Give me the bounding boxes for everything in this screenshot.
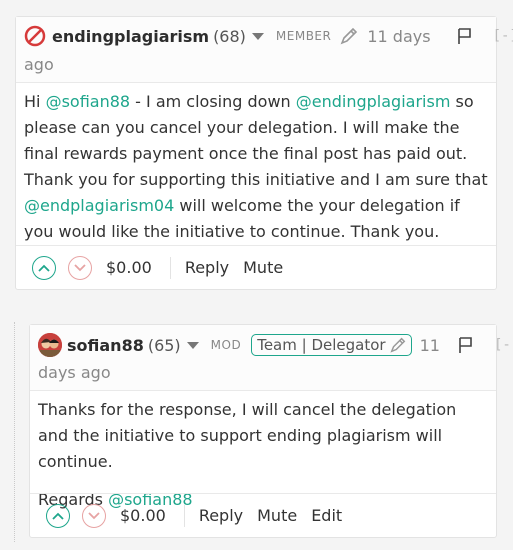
mention-link[interactable]: @endplagiarism04 (24, 196, 174, 215)
thread-line (14, 322, 15, 542)
comment-body: Hi @sofian88 - I am closing down @ending… (24, 89, 494, 245)
flag-icon[interactable] (457, 27, 473, 45)
author-name[interactable]: sofian88 (67, 336, 144, 355)
author-reputation: (68) (213, 26, 246, 46)
upvote-button[interactable] (46, 503, 70, 528)
chevron-down-icon (74, 263, 86, 271)
comment-footer: $0.00 Reply Mute (16, 245, 496, 289)
reply-button[interactable]: Reply (185, 258, 229, 277)
chevron-up-icon (38, 264, 50, 272)
payout-value[interactable]: $0.00 (120, 506, 166, 525)
pencil-icon (389, 336, 407, 354)
author-role: MOD (210, 338, 242, 352)
downvote-button[interactable] (82, 503, 106, 528)
author-reputation: (65) (147, 335, 181, 355)
timestamp[interactable]: 11 (420, 336, 440, 355)
author-role: MEMBER (275, 29, 332, 43)
chevron-down-icon[interactable] (251, 32, 264, 40)
comment-footer: $0.00 Reply Mute Edit (30, 493, 496, 537)
flag-icon[interactable] (458, 336, 474, 354)
comment-header: sofian88 (65) MOD Team | Delegator 11 [-… (30, 325, 513, 391)
chevron-down-icon (88, 511, 100, 519)
body-text: Hi (24, 92, 46, 111)
upvote-button[interactable] (32, 255, 56, 280)
downvote-button[interactable] (68, 255, 92, 280)
no-sign-icon[interactable] (24, 25, 46, 47)
avatar[interactable] (38, 333, 62, 357)
body-text: Thanks for the response, I will cancel t… (38, 400, 457, 471)
badge-label: Team | Delegator (257, 336, 386, 354)
timestamp-continued[interactable]: ago (24, 55, 54, 74)
timestamp-continued[interactable]: days ago (38, 363, 111, 382)
mute-button[interactable]: Mute (257, 506, 297, 525)
collapse-button[interactable]: [-] (494, 337, 513, 353)
mention-link[interactable]: @sofian88 (46, 92, 131, 111)
reply-card: sofian88 (65) MOD Team | Delegator 11 [-… (29, 324, 513, 538)
timestamp[interactable]: 11 days (367, 27, 430, 46)
collapse-button[interactable]: [-] (493, 28, 513, 44)
comment-header: endingplagiarism (68) MEMBER 11 days [-]… (16, 17, 513, 83)
chevron-up-icon (52, 512, 64, 520)
comment-card: endingplagiarism (68) MEMBER 11 days [-]… (15, 16, 513, 290)
pencil-icon (339, 26, 359, 46)
author-name[interactable]: endingplagiarism (52, 27, 209, 46)
team-badge: Team | Delegator (251, 334, 412, 356)
mute-button[interactable]: Mute (243, 258, 283, 277)
edit-button[interactable]: Edit (311, 506, 342, 525)
reply-button[interactable]: Reply (199, 506, 243, 525)
body-text: - I am closing down (130, 92, 296, 111)
comment-meta: sofian88 (65) MOD Team | Delegator 11 [- (38, 333, 513, 357)
comment-meta: endingplagiarism (68) MEMBER 11 days [-] (24, 25, 513, 47)
payout-value[interactable]: $0.00 (106, 258, 152, 277)
chevron-down-icon[interactable] (186, 341, 199, 349)
divider (183, 504, 185, 527)
mention-link[interactable]: @endingplagiarism (296, 92, 451, 111)
divider (169, 256, 171, 279)
